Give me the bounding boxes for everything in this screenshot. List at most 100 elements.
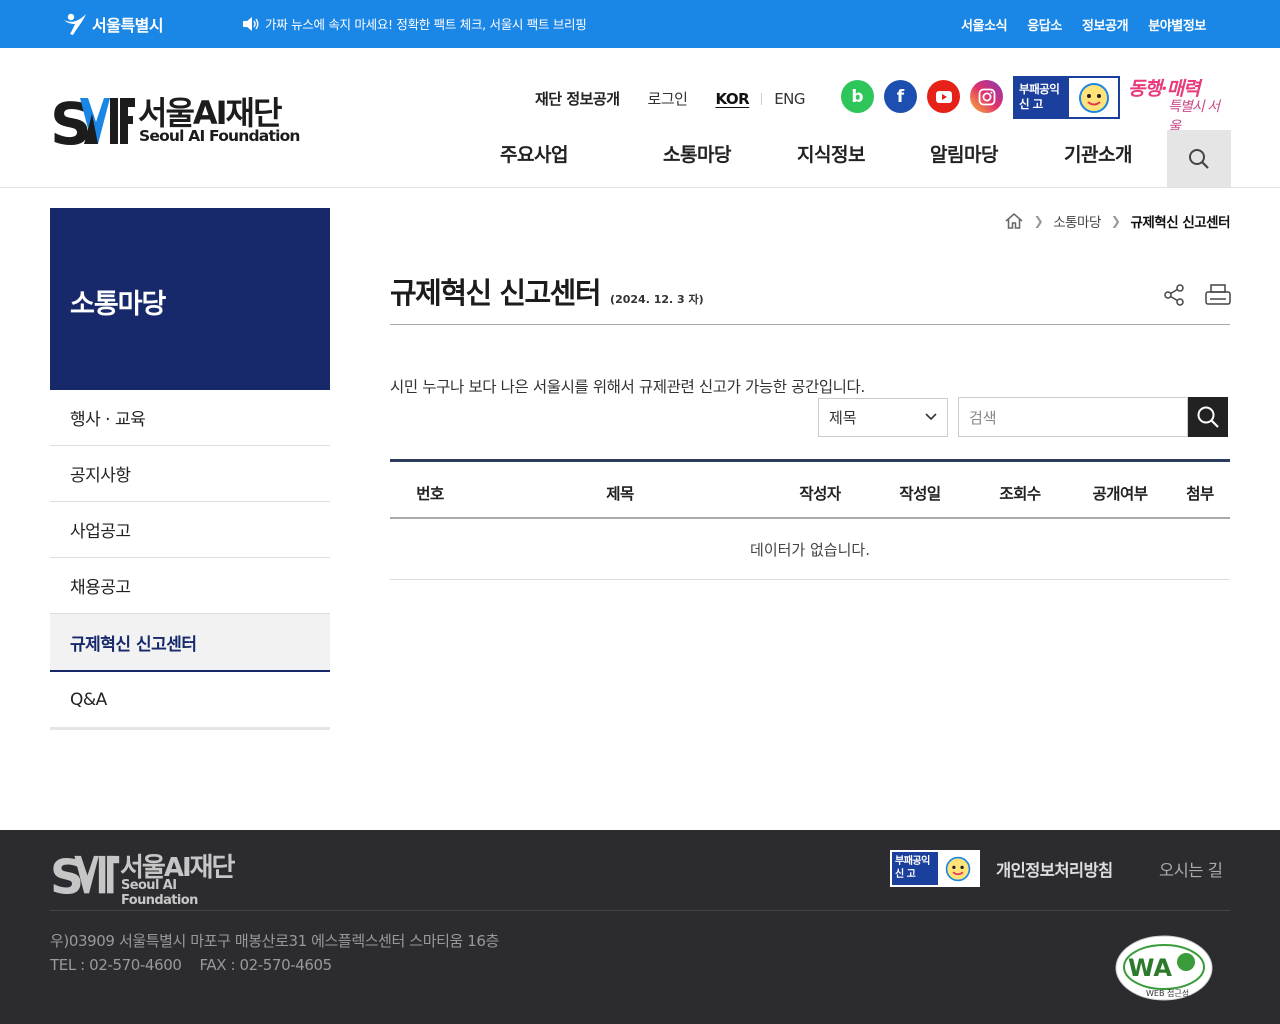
seoul-logo-text: 서울특별시 (92, 16, 164, 35)
sidebar-item-notices[interactable]: 공지사항 (50, 446, 330, 502)
col-author: 작성자 (799, 485, 841, 503)
instagram-icon[interactable] (970, 80, 1003, 113)
sidebar-title-box: 소통마당 (50, 208, 330, 390)
header-search-button[interactable] (1167, 130, 1231, 187)
breadcrumb: ❯ 소통마당 ❯ 규제혁신 신고센터 (1004, 211, 1230, 231)
top-link-field-info[interactable]: 분야별정보 (1148, 15, 1206, 34)
footer-brand-english: Seoul AI Foundation (121, 878, 198, 908)
top-link-disclosure[interactable]: 정보공개 (1082, 15, 1129, 34)
page-description: 시민 누구나 보다 나은 서울시를 위해서 규제관련 신고가 가능한 공간입니다… (390, 378, 865, 396)
sidebar-item-label: 규제혁신 신고센터 (70, 634, 197, 655)
chevron-right-icon: ❯ (1110, 214, 1121, 228)
utility-links: 재단 정보공개 로그인 KOR ENG (535, 88, 806, 109)
sidebar-item-events[interactable]: 행사 · 교육 (50, 390, 330, 446)
social-links: b f (841, 80, 1003, 113)
banner-text: 부패공익 신 고 (1015, 78, 1069, 117)
footer-tel: TEL : 02-570-4600 (50, 956, 182, 974)
footer-divider (50, 910, 1230, 911)
sidebar-menu: 행사 · 교육 공지사항 사업공고 채용공고 규제혁신 신고센터 Q&A (50, 390, 330, 730)
nav-about[interactable]: 기관소개 (1064, 140, 1132, 167)
speaker-icon (243, 16, 259, 31)
footer-corruption-banner[interactable]: 부패공익 신 고 (890, 850, 980, 887)
top-link-response[interactable]: 응답소 (1027, 15, 1062, 34)
search-input[interactable]: 검색 (958, 397, 1188, 437)
search-field-value: 제목 (829, 409, 857, 427)
print-icon[interactable] (1204, 283, 1232, 307)
sidebar-item-label: 사업공고 (70, 522, 131, 542)
search-field-select[interactable]: 제목 (818, 398, 948, 437)
nav-main-business[interactable]: 주요사업 (500, 140, 568, 167)
facebook-icon[interactable]: f (884, 80, 917, 113)
col-number: 번호 (416, 485, 444, 503)
sidebar-title: 소통마당 (70, 289, 166, 320)
col-attachment: 첨부 (1186, 485, 1214, 503)
mascot-icon (1069, 78, 1118, 117)
lang-divider (761, 92, 763, 105)
home-icon[interactable] (1004, 212, 1024, 230)
share-icon[interactable] (1162, 283, 1186, 307)
search-icon (1189, 148, 1209, 169)
brand-english-name: Seoul AI Foundation (139, 127, 300, 145)
table-empty-row: 데이터가 없습니다. (390, 519, 1230, 580)
col-views: 조회수 (999, 485, 1041, 503)
top-links: 서울소식 응답소 정보공개 분야별정보 (961, 15, 1206, 34)
sidebar-item-business-announcements[interactable]: 사업공고 (50, 502, 330, 558)
nav-knowledge[interactable]: 지식정보 (797, 140, 865, 167)
footer-banner-text: 부패공익 신 고 (892, 852, 938, 885)
empty-message: 데이터가 없습니다. (750, 540, 870, 559)
chevron-right-icon: ❯ (1033, 214, 1044, 228)
col-public: 공개여부 (1092, 485, 1148, 503)
seoul-city-logo[interactable]: 서울특별시 (62, 9, 164, 39)
mascot-icon (938, 852, 978, 885)
sai-logo-mark: S (50, 92, 135, 146)
col-title: 제목 (606, 485, 634, 503)
search-icon (1197, 406, 1219, 428)
play-icon (935, 90, 952, 103)
login-link[interactable]: 로그인 (648, 88, 688, 109)
page-title: 규제혁신 신고센터 (390, 276, 602, 310)
nav-communication[interactable]: 소통마당 (663, 140, 731, 167)
blog-icon[interactable]: b (841, 80, 874, 113)
breadcrumb-current: 규제혁신 신고센터 (1130, 215, 1230, 231)
footer-address: 우)03909 서울특별시 마포구 매봉산로31 에스플렉스센터 스마티움 16… (50, 932, 499, 950)
brand-logo[interactable]: S 서울AI재단 Seoul AI Foundation (50, 92, 300, 148)
youtube-icon[interactable] (927, 80, 960, 113)
corruption-report-banner[interactable]: 부패공익 신 고 (1013, 76, 1120, 119)
top-bar: 서울특별시 가짜 뉴스에 속지 마세요! 정확한 팩트 체크, 서울시 팩트 브… (0, 0, 1280, 48)
seoul-logo-icon (64, 13, 86, 35)
ticker-text: 가짜 뉴스에 속지 마세요! 정확한 팩트 체크, 서울시 팩트 브리핑 (265, 17, 587, 32)
page-title-area: 규제혁신 신고센터 (2024. 12. 3 자) (390, 270, 704, 312)
top-link-news[interactable]: 서울소식 (961, 15, 1008, 34)
disclosure-link[interactable]: 재단 정보공개 (535, 88, 620, 109)
col-date: 작성일 (899, 485, 941, 503)
privacy-policy-link[interactable]: 개인정보처리방침 (996, 857, 1113, 881)
sidebar-item-label: 채용공고 (70, 578, 131, 598)
sidebar-item-label: Q&A (70, 689, 107, 710)
page-tools (1162, 283, 1232, 307)
board-table: 번호 제목 작성자 작성일 조회수 공개여부 첨부 데이터가 없습니다. (390, 459, 1230, 580)
search-submit-button[interactable] (1188, 397, 1228, 437)
camera-icon (978, 88, 995, 105)
site-footer: S 서울AI재단 Seoul AI Foundation 부패공익 신 고 개인… (0, 830, 1280, 1024)
web-accessibility-mark-icon[interactable]: WA WEB 접근성 (1114, 934, 1214, 1002)
page-date-note: (2024. 12. 3 자) (610, 293, 704, 306)
footer-sai-logo-mark: S (50, 850, 120, 905)
wa-mark-text: WA (1128, 954, 1172, 982)
sidebar-item-recruitment[interactable]: 채용공고 (50, 558, 330, 614)
title-divider (390, 324, 1230, 325)
news-ticker[interactable]: 가짜 뉴스에 속지 마세요! 정확한 팩트 체크, 서울시 팩트 브리핑 (242, 14, 587, 33)
site-header: S 서울AI재단 Seoul AI Foundation 재단 정보공개 로그인… (0, 48, 1280, 188)
footer-fax: FAX : 02-570-4605 (199, 956, 333, 974)
search-placeholder: 검색 (969, 408, 997, 427)
sidebar-item-regulation-center[interactable]: 규제혁신 신고센터 (50, 614, 330, 672)
lang-eng-link[interactable]: ENG (774, 90, 805, 108)
wa-label: WEB 접근성 (1146, 988, 1189, 998)
breadcrumb-level1[interactable]: 소통마당 (1053, 211, 1101, 231)
table-header: 번호 제목 작성자 작성일 조회수 공개여부 첨부 (390, 459, 1230, 519)
sidebar-item-label: 행사 · 교육 (70, 410, 146, 430)
nav-notice[interactable]: 알림마당 (930, 140, 998, 167)
directions-link[interactable]: 오시는 길 (1159, 857, 1223, 881)
seoul-slogan-logo[interactable]: 동행·매력 특별시 서울 (1128, 72, 1228, 135)
sidebar-item-qna[interactable]: Q&A (50, 672, 330, 730)
lang-kor-link[interactable]: KOR (715, 90, 749, 108)
